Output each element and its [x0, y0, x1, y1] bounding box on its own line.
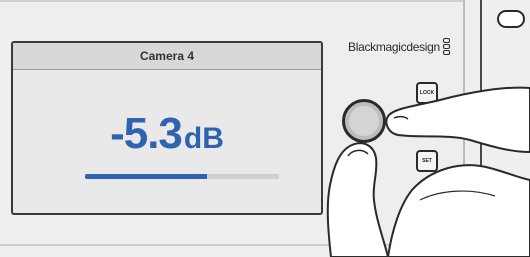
level-meter-fill: [85, 174, 208, 179]
brand-logo: Blackmagicdesign: [348, 38, 450, 55]
panel-top-edge: [0, 0, 463, 2]
rack-ear-edge: [480, 0, 482, 257]
rotary-knob[interactable]: [342, 99, 386, 143]
gain-readout: -5.3dB: [13, 109, 321, 159]
camera-title: Camera 4: [139, 49, 195, 63]
panel-bottom-edge: [0, 244, 463, 246]
lock-button[interactable]: LOCK: [416, 82, 438, 104]
front-panel: Camera 4 -5.3dB Blackmagicdesign LOCK SE…: [0, 0, 463, 257]
gain-unit: dB: [183, 122, 224, 155]
set-button[interactable]: SET: [416, 150, 438, 172]
lcd-header: Camera 4: [13, 43, 321, 70]
knob-cap: [349, 106, 379, 136]
brand-name: Blackmagicdesign: [348, 39, 440, 54]
lcd-screen: Camera 4 -5.3dB: [11, 41, 323, 215]
gain-value: -5.3: [110, 109, 183, 158]
rack-mount-hole-top: [497, 10, 525, 28]
blackmagic-logo-icon: [442, 38, 450, 55]
rack-mount-hole-bottom: [497, 218, 525, 236]
lock-button-label: LOCK: [419, 90, 435, 96]
set-button-label: SET: [422, 158, 432, 164]
level-meter: [85, 174, 279, 179]
